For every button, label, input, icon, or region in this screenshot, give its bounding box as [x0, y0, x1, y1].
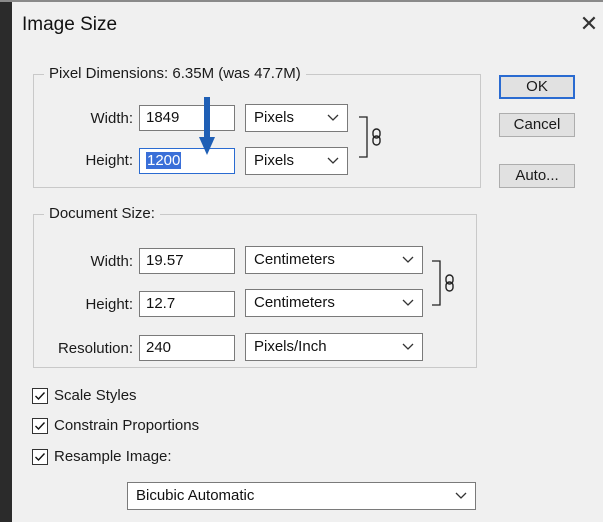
doc-width-unit-select[interactable]: Centimeters [245, 246, 423, 274]
chevron-down-icon [402, 343, 414, 350]
resample-method-value: Bicubic Automatic [136, 487, 255, 504]
doc-width-field[interactable]: 19.57 [139, 248, 235, 274]
checkmark-icon [35, 453, 46, 462]
pixel-height-label: Height: [85, 152, 133, 169]
doc-height-unit-value: Centimeters [254, 294, 335, 311]
pixel-width-unit-value: Pixels [254, 109, 295, 126]
pixel-dimensions-group: Pixel Dimensions: 6.35M (was 47.7M) Widt… [33, 65, 481, 188]
doc-width-label: Width: [90, 253, 133, 270]
pixel-width-unit-select[interactable]: Pixels [245, 104, 348, 132]
pixel-height-unit-select[interactable]: Pixels [245, 147, 348, 175]
resample-image-checkbox[interactable] [32, 449, 48, 465]
pixel-height-unit-value: Pixels [254, 152, 295, 169]
resolution-unit-select[interactable]: Pixels/Inch [245, 333, 423, 361]
ok-button[interactable]: OK [499, 75, 575, 99]
checkmark-icon [35, 392, 46, 401]
chevron-down-icon [327, 157, 339, 164]
chain-link-icon[interactable] [431, 259, 463, 307]
down-arrow-icon [199, 97, 215, 155]
pixel-height-field[interactable]: 1200 [139, 148, 235, 174]
resolution-unit-value: Pixels/Inch [254, 338, 327, 355]
pixel-dimensions-legend: Pixel Dimensions: 6.35M (was 47.7M) [44, 65, 306, 82]
pixel-height-selected-text: 1200 [146, 152, 182, 169]
document-size-legend: Document Size: [44, 205, 160, 222]
close-icon[interactable]: ✕ [577, 10, 601, 38]
chevron-down-icon [402, 256, 414, 263]
pixel-width-field[interactable]: 1849 [139, 105, 235, 131]
doc-width-unit-value: Centimeters [254, 251, 335, 268]
constrain-proportions-label: Constrain Proportions [54, 417, 200, 434]
resample-method-select[interactable]: Bicubic Automatic [127, 482, 476, 510]
resolution-label: Resolution: [57, 340, 133, 357]
scale-styles-label: Scale Styles [54, 387, 137, 404]
chain-link-icon[interactable] [358, 115, 390, 159]
doc-height-label: Height: [85, 296, 133, 313]
checkmark-icon [35, 422, 46, 431]
resample-image-label: Resample Image: [54, 448, 172, 465]
dialog-title: Image Size [22, 14, 118, 35]
image-size-dialog: Image Size ✕ Pixel Dimensions: 6.35M (wa… [12, 2, 603, 522]
scale-styles-checkbox[interactable] [32, 388, 48, 404]
chevron-down-icon [327, 114, 339, 121]
cancel-button[interactable]: Cancel [499, 113, 575, 137]
document-size-group: Document Size: Width: 19.57 Centimeters … [33, 205, 477, 368]
constrain-proportions-checkbox[interactable] [32, 418, 48, 434]
doc-height-field[interactable]: 12.7 [139, 291, 235, 317]
window-frame-edge [0, 0, 12, 522]
auto-button[interactable]: Auto... [499, 164, 575, 188]
chevron-down-icon [402, 299, 414, 306]
doc-height-unit-select[interactable]: Centimeters [245, 289, 423, 317]
pixel-width-label: Width: [90, 110, 133, 127]
chevron-down-icon [455, 492, 467, 499]
resolution-field[interactable]: 240 [139, 335, 235, 361]
